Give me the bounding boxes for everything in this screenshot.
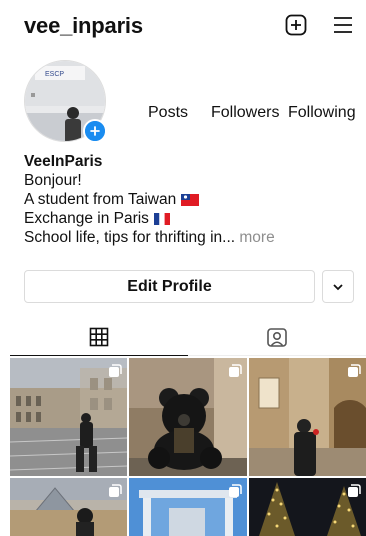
profile-bio: VeeInParis Bonjour! A student from Taiwa…	[24, 152, 354, 247]
grid-icon	[89, 327, 109, 346]
chevron-down-icon	[333, 283, 343, 290]
france-flag-icon	[153, 213, 170, 225]
posts-count[interactable]: Posts	[148, 104, 188, 122]
more-link[interactable]: more	[239, 229, 274, 246]
multiple-photos-icon	[348, 484, 361, 497]
bio-line: A student from Taiwan	[24, 190, 354, 209]
profile-header: vee_inparis	[0, 0, 366, 52]
bio-line: Bonjour!	[24, 172, 82, 189]
menu-icon[interactable]	[331, 13, 355, 37]
post-thumbnail[interactable]	[249, 358, 366, 476]
tab-grid[interactable]	[10, 318, 188, 356]
display-name: VeeInParis	[24, 153, 103, 170]
tagged-person-icon	[267, 327, 287, 347]
svg-text:ESCP: ESCP	[45, 71, 64, 78]
username-title[interactable]: vee_inparis	[24, 13, 143, 39]
multiple-photos-icon	[229, 484, 242, 497]
bio-text: School life, tips for thrifting in...	[24, 229, 236, 246]
bio-line: Exchange in Paris	[24, 209, 354, 228]
multiple-photos-icon	[229, 364, 242, 377]
bio-line: School life, tips for thrifting in... mo…	[24, 228, 354, 247]
multiple-photos-icon	[109, 484, 122, 497]
post-thumbnail[interactable]	[129, 478, 247, 536]
tab-tagged[interactable]	[188, 318, 366, 356]
post-thumbnail[interactable]	[249, 478, 366, 536]
create-post-icon[interactable]	[284, 13, 308, 37]
multiple-photos-icon	[109, 364, 122, 377]
taiwan-flag-icon	[181, 194, 200, 206]
edit-profile-button[interactable]: Edit Profile	[24, 270, 315, 303]
bio-text: Exchange in Paris	[24, 210, 149, 227]
post-thumbnail[interactable]	[10, 478, 127, 536]
add-story-icon[interactable]	[83, 119, 107, 143]
post-thumbnail[interactable]	[10, 358, 127, 476]
profile-avatar[interactable]: ESCP	[24, 60, 108, 144]
followers-count[interactable]: Followers	[211, 104, 279, 122]
suggested-dropdown-button[interactable]	[322, 270, 354, 303]
post-thumbnail[interactable]	[129, 358, 247, 476]
multiple-photos-icon	[348, 364, 361, 377]
following-count[interactable]: Following	[288, 104, 356, 122]
bio-text: A student from Taiwan	[24, 191, 177, 208]
